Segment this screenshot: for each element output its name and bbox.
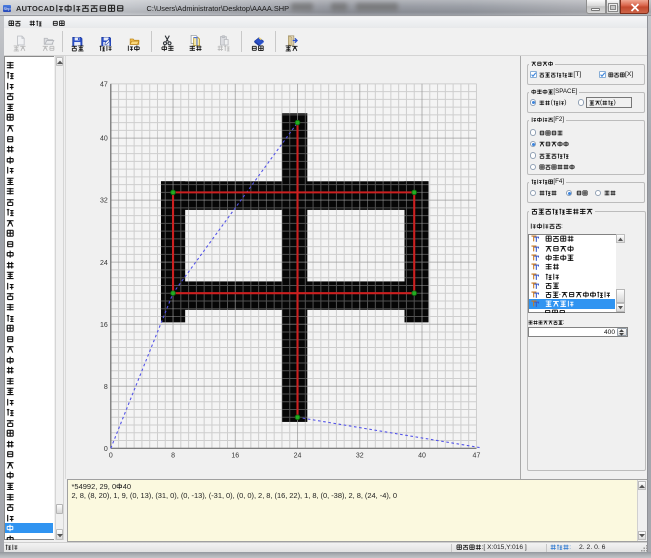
svg-text:40: 40 xyxy=(418,453,426,460)
svg-text:24: 24 xyxy=(294,453,302,460)
svg-text:32: 32 xyxy=(100,198,108,205)
svg-text:0: 0 xyxy=(109,453,113,460)
svg-text:8: 8 xyxy=(171,453,175,460)
svg-text:47: 47 xyxy=(473,453,481,460)
svg-text:8: 8 xyxy=(104,384,108,391)
svg-text:47: 47 xyxy=(100,81,108,88)
svg-text:24: 24 xyxy=(100,260,108,267)
svg-text:16: 16 xyxy=(100,322,108,329)
svg-text:16: 16 xyxy=(231,453,239,460)
svg-text:32: 32 xyxy=(356,453,364,460)
svg-text:40: 40 xyxy=(100,136,108,143)
svg-text:0: 0 xyxy=(104,446,108,453)
